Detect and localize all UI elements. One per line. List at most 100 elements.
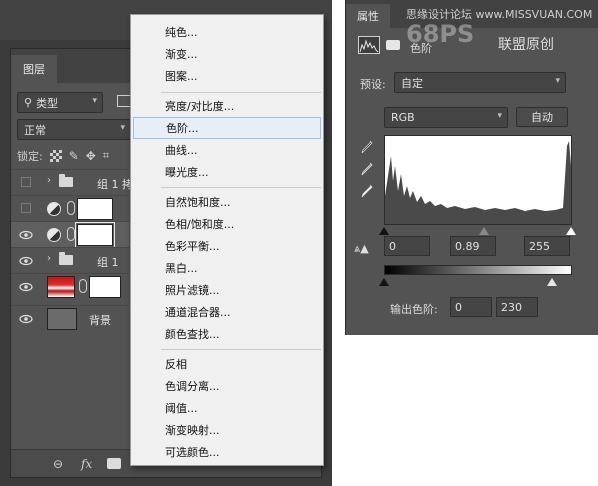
search-icon: ⚲	[24, 96, 33, 109]
layer-mask-thumbnail[interactable]	[89, 276, 121, 298]
channel-select[interactable]: RGB ▾	[384, 107, 508, 128]
menu-separator	[161, 187, 321, 188]
eye-icon[interactable]	[19, 254, 33, 268]
input-gamma-slider[interactable]	[479, 227, 489, 235]
menu-item-color-lookup[interactable]: 颜色查找...	[133, 323, 321, 345]
layer-image-thumbnail[interactable]	[47, 308, 77, 330]
menu-item-black-white[interactable]: 黑白...	[133, 257, 321, 279]
output-black-field[interactable]: 0	[450, 297, 492, 317]
adjustment-layer-icon	[47, 228, 61, 242]
layer-name[interactable]: 背景	[89, 312, 111, 328]
filter-kind-select[interactable]: ⚲ 类型 ▾	[17, 92, 103, 113]
menu-item-vibrance[interactable]: 自然饱和度...	[133, 191, 321, 213]
output-white-field[interactable]: 230	[496, 297, 538, 317]
input-black-field[interactable]: 0	[384, 236, 430, 256]
preset-select[interactable]: 自定 ▾	[394, 72, 566, 93]
tab-layers[interactable]: 图层	[11, 55, 57, 83]
lock-position-icon[interactable]: ✥	[86, 149, 96, 163]
input-white-field[interactable]: 255	[524, 236, 570, 256]
menu-item-solid-color[interactable]: 纯色...	[133, 21, 321, 43]
layer-row-adjustment[interactable]	[11, 195, 129, 221]
layer-row-adjustment-selected[interactable]	[11, 221, 129, 248]
chevron-down-icon: ▾	[120, 123, 125, 133]
eye-icon[interactable]	[19, 228, 33, 242]
menu-item-pattern[interactable]: 图案...	[133, 65, 321, 87]
preset-label: 预设:	[360, 78, 386, 91]
input-black-slider[interactable]	[379, 227, 389, 235]
visibility-toggle-off[interactable]	[21, 203, 31, 213]
menu-item-hue-saturation[interactable]: 色相/饱和度...	[133, 213, 321, 235]
adjustment-title: 色阶	[410, 42, 432, 55]
layer-row-group[interactable]: › 组 1	[11, 247, 129, 273]
input-gamma-field[interactable]: 0.89	[450, 236, 496, 256]
visibility-toggle-off[interactable]	[21, 177, 31, 187]
menu-item-gradient-map[interactable]: 渐变映射...	[133, 419, 321, 441]
chain-link-icon[interactable]	[79, 279, 87, 293]
layer-mask-thumbnail[interactable]	[77, 198, 113, 220]
menu-item-exposure[interactable]: 曝光度...	[133, 161, 321, 183]
levels-histogram	[384, 135, 572, 225]
menu-item-posterize[interactable]: 色调分离...	[133, 375, 321, 397]
menu-item-channel-mixer[interactable]: 通道混合器...	[133, 301, 321, 323]
filter-image-icon[interactable]	[117, 95, 131, 107]
chevron-down-icon: ▾	[92, 96, 97, 106]
levels-icon	[358, 36, 380, 54]
chain-link-icon[interactable]	[67, 227, 75, 241]
mask-icon[interactable]	[386, 40, 400, 50]
folder-icon	[59, 174, 73, 187]
eye-icon[interactable]	[19, 312, 33, 326]
tab-properties[interactable]: 属性	[346, 4, 390, 28]
menu-item-color-balance[interactable]: 色彩平衡...	[133, 235, 321, 257]
properties-panel: 属性 思缘设计论坛 www.MISSVUAN.COM 68PS 联盟原创 色阶 …	[345, 0, 598, 335]
adjustment-layer-icon	[47, 202, 61, 216]
mask-icon[interactable]	[107, 458, 121, 469]
lock-image-pixels-icon[interactable]: ✎	[69, 149, 79, 163]
layer-row-background[interactable]: 背景	[11, 305, 129, 333]
blend-mode-select[interactable]: 正常 ▾	[17, 119, 131, 140]
chevron-right-icon[interactable]: ›	[47, 253, 51, 264]
menu-item-threshold[interactable]: 阈值...	[133, 397, 321, 419]
folder-icon	[59, 252, 73, 265]
gray-point-eyedropper-icon[interactable]	[361, 162, 373, 176]
adjustment-layer-menu: 纯色... 渐变... 图案... 亮度/对比度... 色阶... 曲线... …	[130, 14, 324, 466]
menu-item-invert[interactable]: 反相	[133, 353, 321, 375]
menu-item-photo-filter[interactable]: 照片滤镜...	[133, 279, 321, 301]
menu-item-curves[interactable]: 曲线...	[133, 139, 321, 161]
layer-mask-thumbnail[interactable]	[75, 222, 115, 248]
chevron-right-icon[interactable]: ›	[47, 175, 51, 186]
lock-transparent-pixels-icon[interactable]	[49, 150, 62, 162]
menu-separator	[161, 92, 321, 93]
output-white-slider[interactable]	[547, 278, 557, 286]
white-point-eyedropper-icon[interactable]	[361, 184, 373, 198]
link-icon[interactable]: ⊖	[53, 457, 63, 471]
layer-image-thumbnail[interactable]	[47, 276, 75, 298]
watermark-caption: 联盟原创	[498, 37, 554, 53]
menu-separator	[161, 349, 321, 350]
chevron-down-icon: ▾	[497, 111, 502, 121]
channel-value: RGB	[391, 111, 415, 124]
menu-item-gradient[interactable]: 渐变...	[133, 43, 321, 65]
menu-item-brightness-contrast[interactable]: 亮度/对比度...	[133, 95, 321, 117]
lock-artboard-icon[interactable]: ⌗	[103, 149, 109, 163]
layer-row-group-copy[interactable]: › 组 1 拷贝	[11, 169, 144, 195]
layer-name[interactable]: 组 1	[97, 254, 119, 270]
layer-row-image[interactable]	[11, 273, 129, 299]
chevron-down-icon: ▾	[555, 76, 560, 86]
preset-value: 自定	[401, 76, 423, 90]
black-point-eyedropper-icon[interactable]	[361, 140, 373, 154]
fx-icon[interactable]: fx	[81, 457, 92, 471]
filter-kind-value: 类型	[36, 96, 59, 110]
menu-item-selective-color[interactable]: 可选颜色...	[133, 441, 321, 463]
clipping-warning-icon[interactable]: ⩓▲	[354, 242, 369, 256]
output-black-slider[interactable]	[379, 278, 389, 286]
output-gradient-bar	[384, 265, 572, 275]
auto-button[interactable]: 自动	[516, 107, 568, 127]
input-white-slider[interactable]	[566, 227, 576, 235]
lock-label: 锁定:	[17, 150, 43, 163]
output-levels-label: 输出色阶:	[390, 303, 438, 316]
lock-row: 锁定: ✎ ✥ ⌗	[17, 147, 109, 165]
eye-icon[interactable]	[19, 280, 33, 294]
menu-item-levels[interactable]: 色阶...	[133, 117, 321, 139]
chain-link-icon[interactable]	[67, 201, 75, 215]
blend-mode-value: 正常	[24, 123, 46, 137]
